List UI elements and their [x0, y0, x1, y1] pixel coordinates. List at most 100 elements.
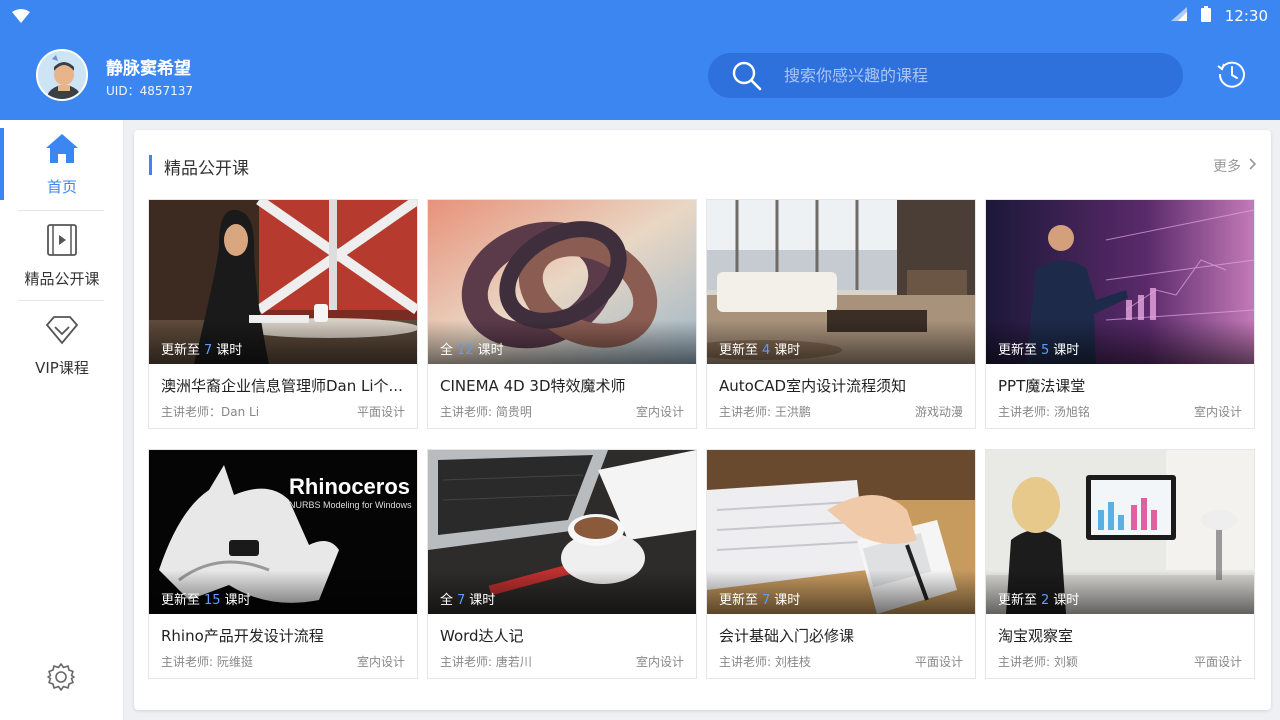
sidebar-item-open-courses[interactable]: 精品公开课	[0, 212, 124, 300]
badge-number: 2	[1041, 593, 1050, 608]
lesson-count-badge: 更新至 5 课时	[998, 339, 1079, 358]
search-icon[interactable]	[730, 59, 764, 93]
badge-number: 7	[762, 593, 771, 608]
course-category: 游戏动漫	[914, 405, 963, 419]
course-title: 澳洲华裔企业信息管理师Dan Li个...	[161, 377, 403, 395]
badge-number: 12	[457, 343, 474, 358]
user-uid: UID：4857137	[106, 84, 194, 98]
course-category: 平面设计	[914, 655, 963, 669]
lesson-count-badge: 更新至 7 课时	[719, 589, 800, 608]
course-card[interactable]: 全 12 课时 CINEMA 4D 3D特效魔术师 主讲老师: 简贵明 室内设计	[427, 199, 697, 429]
course-thumbnail: 更新至 5 课时	[986, 200, 1254, 364]
course-teacher: 主讲老师: 唐若川	[440, 655, 532, 669]
badge-suffix: 课时	[224, 593, 251, 608]
course-category: 室内设计	[635, 405, 684, 419]
badge-prefix: 更新至	[719, 343, 759, 358]
lesson-count-badge: 更新至 7 课时	[161, 339, 242, 358]
section-accent-bar	[149, 155, 152, 175]
badge-number: 7	[204, 343, 213, 358]
course-category: 室内设计	[635, 655, 684, 669]
course-category: 室内设计	[356, 655, 405, 669]
lesson-count-badge: 全 12 课时	[440, 339, 504, 358]
sidebar-item-home[interactable]: 首页	[0, 120, 124, 208]
badge-suffix: 课时	[477, 343, 504, 358]
course-thumbnail: 全 7 课时	[428, 450, 696, 614]
badge-number: 4	[762, 343, 771, 358]
top-bar: 12:30 静脉窦希望 UID：4857137	[0, 0, 1280, 120]
sidebar-item-label: 首页	[46, 177, 77, 196]
course-teacher: 主讲老师: 简贵明	[440, 405, 532, 419]
course-thumbnail: Rhinoceros NURBS Modeling for Windows 更新…	[149, 450, 417, 614]
course-teacher: 主讲老师: 刘桂枝	[719, 655, 811, 669]
lesson-count-badge: 更新至 2 课时	[998, 589, 1079, 608]
badge-suffix: 课时	[774, 593, 801, 608]
nav-divider	[18, 210, 104, 211]
wifi-icon	[12, 8, 30, 27]
status-bar: 12:30	[1170, 6, 1268, 26]
gear-icon	[46, 663, 76, 696]
clock-icon	[1216, 58, 1248, 94]
badge-prefix: 更新至	[719, 593, 759, 608]
badge-suffix: 课时	[1053, 593, 1080, 608]
sidebar: 首页 精品公开课 VIP课程	[0, 120, 124, 720]
vip-diamond-icon	[45, 315, 79, 349]
rhino-logo-text: Rhinoceros	[289, 474, 410, 499]
video-icon	[46, 223, 78, 260]
course-thumbnail: 更新至 2 课时	[986, 450, 1254, 614]
course-card[interactable]: 更新至 2 课时 淘宝观察室 主讲老师: 刘颖 平面设计	[985, 449, 1255, 679]
course-card[interactable]: 全 7 课时 Word达人记 主讲老师: 唐若川 室内设计	[427, 449, 697, 679]
course-card[interactable]: 更新至 4 课时 AutoCAD室内设计流程须知 主讲老师: 王洪鹏 游戏动漫	[706, 199, 976, 429]
sidebar-item-vip[interactable]: VIP课程	[0, 302, 124, 390]
badge-number: 7	[457, 593, 466, 608]
course-title: Rhino产品开发设计流程	[161, 627, 324, 645]
course-title: AutoCAD室内设计流程须知	[719, 377, 907, 395]
lesson-count-badge: 全 7 课时	[440, 589, 495, 608]
status-time: 12:30	[1224, 7, 1268, 25]
badge-prefix: 更新至	[161, 343, 201, 358]
badge-suffix: 课时	[774, 343, 801, 358]
course-card[interactable]: 更新至 5 课时 PPT魔法课堂 主讲老师: 汤旭铭 室内设计	[985, 199, 1255, 429]
course-title: 会计基础入门必修课	[719, 627, 855, 645]
course-teacher: 主讲老师：Dan Li	[161, 405, 260, 419]
course-title: CINEMA 4D 3D特效魔术师	[440, 377, 626, 395]
badge-prefix: 全	[440, 593, 454, 608]
search-input[interactable]	[784, 66, 1183, 85]
badge-number: 15	[204, 593, 221, 608]
rhino-logo-subtitle: NURBS Modeling for Windows	[289, 500, 412, 510]
course-title: Word达人记	[440, 627, 524, 645]
course-thumbnail: 更新至 4 课时	[707, 200, 975, 364]
lesson-count-badge: 更新至 15 课时	[161, 589, 251, 608]
section-title: 精品公开课	[164, 159, 249, 179]
settings-button[interactable]	[46, 662, 76, 692]
badge-prefix: 更新至	[998, 343, 1038, 358]
user-name: 静脉窦希望	[106, 59, 191, 79]
battery-icon	[1200, 6, 1211, 26]
chevron-right-icon	[1249, 158, 1257, 174]
nav-divider	[18, 300, 104, 301]
sidebar-item-label: VIP课程	[35, 358, 89, 377]
history-button[interactable]	[1214, 58, 1250, 94]
course-title: PPT魔法课堂	[998, 377, 1086, 395]
more-label: 更多	[1213, 159, 1241, 175]
course-teacher: 主讲老师: 汤旭铭	[998, 405, 1090, 419]
search-bar[interactable]	[708, 53, 1183, 98]
course-teacher: 主讲老师: 阮维挺	[161, 655, 253, 669]
badge-number: 5	[1041, 343, 1050, 358]
badge-prefix: 全	[440, 343, 454, 358]
course-category: 室内设计	[1193, 405, 1242, 419]
home-icon	[45, 132, 79, 168]
course-card[interactable]: 更新至 7 课时 澳洲华裔企业信息管理师Dan Li个... 主讲老师：Dan Li…	[148, 199, 418, 429]
sidebar-item-label: 精品公开课	[24, 269, 100, 288]
course-thumbnail: 更新至 7 课时	[149, 200, 417, 364]
course-card[interactable]: Rhinoceros NURBS Modeling for Windows 更新…	[148, 449, 418, 679]
badge-suffix: 课时	[1053, 343, 1080, 358]
course-panel: 精品公开课 更多 更新至 7 课时 澳洲华裔企业信息管理师Dan Li个... …	[134, 130, 1271, 710]
more-link[interactable]: 更多	[1213, 156, 1257, 176]
badge-prefix: 更新至	[161, 593, 201, 608]
course-thumbnail: 更新至 7 课时	[707, 450, 975, 614]
avatar[interactable]	[36, 49, 88, 101]
signal-icon	[1170, 7, 1187, 25]
course-teacher: 主讲老师: 刘颖	[998, 655, 1078, 669]
course-card[interactable]: 更新至 7 课时 会计基础入门必修课 主讲老师: 刘桂枝 平面设计	[706, 449, 976, 679]
course-category: 平面设计	[1193, 655, 1242, 669]
